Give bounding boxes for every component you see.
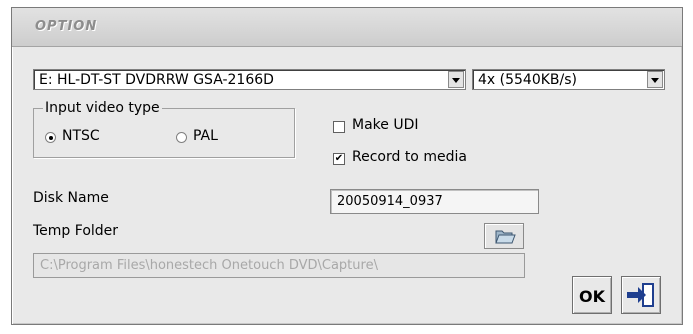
drive-select[interactable]: E: HL-DT-ST DVDRRW GSA-2166D bbox=[33, 69, 466, 90]
dialog-title: OPTION bbox=[35, 19, 98, 34]
drive-select-value: E: HL-DT-ST DVDRRW GSA-2166D bbox=[39, 72, 274, 88]
chevron-down-icon[interactable] bbox=[647, 71, 663, 88]
radio-pal-label[interactable]: PAL bbox=[193, 128, 218, 144]
record-to-media-checkbox[interactable]: ✔ bbox=[333, 153, 345, 165]
exit-button[interactable] bbox=[621, 276, 661, 314]
make-udi-checkbox[interactable] bbox=[333, 121, 345, 133]
make-udi-label[interactable]: Make UDI bbox=[352, 117, 419, 133]
temp-folder-path-input: C:\Program Files\honestech Onetouch DVD\… bbox=[33, 253, 525, 278]
radio-pal[interactable] bbox=[176, 132, 187, 143]
input-video-type-legend: Input video type bbox=[43, 100, 162, 116]
ok-button[interactable]: OK bbox=[572, 276, 612, 314]
disk-name-value: 20050914_0937 bbox=[337, 194, 443, 209]
radio-ntsc[interactable] bbox=[45, 132, 56, 143]
disk-name-label: Disk Name bbox=[33, 190, 109, 206]
speed-select-value: 4x (5540KB/s) bbox=[478, 72, 577, 88]
record-to-media-label[interactable]: Record to media bbox=[352, 149, 467, 165]
dialog-titlebar: OPTION bbox=[12, 8, 682, 47]
ok-button-label: OK bbox=[579, 287, 605, 306]
folder-open-icon bbox=[495, 230, 516, 244]
temp-folder-path-value: C:\Program Files\honestech Onetouch DVD\… bbox=[40, 258, 378, 273]
speed-select[interactable]: 4x (5540KB/s) bbox=[472, 69, 665, 90]
radio-ntsc-label[interactable]: NTSC bbox=[62, 128, 100, 144]
temp-folder-label: Temp Folder bbox=[33, 223, 119, 239]
chevron-down-icon[interactable] bbox=[448, 71, 464, 88]
exit-door-icon bbox=[627, 283, 654, 307]
disk-name-input[interactable]: 20050914_0937 bbox=[330, 189, 539, 214]
browse-folder-button[interactable] bbox=[484, 223, 524, 249]
